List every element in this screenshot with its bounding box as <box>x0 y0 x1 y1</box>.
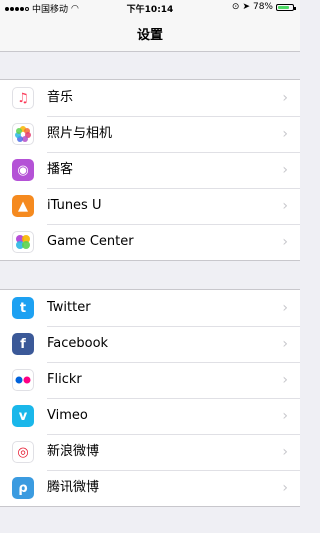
chevron-right-icon: › <box>282 162 288 178</box>
settings-group-accounts: t Twitter › f Facebook › Flickr › v Vime… <box>0 289 300 507</box>
status-right: ⊙ ➤ 78% <box>231 2 296 12</box>
podcasts-icon: ◉ <box>12 159 34 181</box>
row-label: 照片与相机 <box>47 116 300 153</box>
nav-bar: 设置 <box>0 16 300 52</box>
row-label: 播客 <box>47 152 300 189</box>
row-label: Twitter <box>47 290 300 327</box>
photos-icon <box>12 123 34 145</box>
settings-row-itunes-u[interactable]: ▲ iTunes U › <box>0 188 300 225</box>
chevron-right-icon: › <box>282 300 288 316</box>
row-label: 音乐 <box>47 80 300 117</box>
settings-row-game-center[interactable]: Game Center › <box>0 224 300 260</box>
row-label: Facebook <box>47 326 300 363</box>
settings-row-music[interactable]: ♫ 音乐 › <box>0 80 300 117</box>
chevron-right-icon: › <box>282 408 288 424</box>
game-center-icon <box>12 231 34 253</box>
settings-row-flickr[interactable]: Flickr › <box>0 362 300 399</box>
tencent-weibo-icon: ρ <box>12 477 34 499</box>
chevron-right-icon: › <box>282 480 288 496</box>
chevron-right-icon: › <box>282 336 288 352</box>
row-label: Game Center <box>47 234 134 249</box>
battery-percent: 78% <box>252 2 273 12</box>
chevron-right-icon: › <box>282 234 288 250</box>
chevron-right-icon: › <box>282 372 288 388</box>
settings-group-apps: ♫ 音乐 › 照片与相机 › ◉ 播客 › ▲ iTunes U › Game … <box>0 79 300 261</box>
itunes-u-icon: ▲ <box>12 195 34 217</box>
settings-row-tencent-weibo[interactable]: ρ 腾讯微博 › <box>0 470 300 506</box>
status-bar: 中国移动 ◠ 下午10:14 ⊙ ➤ 78% <box>0 0 300 16</box>
chevron-right-icon: › <box>282 198 288 214</box>
settings-row-photos[interactable]: 照片与相机 › <box>0 116 300 153</box>
facebook-icon: f <box>12 333 34 355</box>
settings-row-podcasts[interactable]: ◉ 播客 › <box>0 152 300 189</box>
page-title: 设置 <box>136 28 163 43</box>
settings-row-sina-weibo[interactable]: ◎ 新浪微博 › <box>0 434 300 471</box>
chevron-right-icon: › <box>282 126 288 142</box>
row-label: Flickr <box>47 362 300 399</box>
vimeo-icon: v <box>12 405 34 427</box>
settings-row-vimeo[interactable]: v Vimeo › <box>0 398 300 435</box>
orientation-lock-icon: ⊙ <box>231 2 240 12</box>
chevron-right-icon: › <box>282 444 288 460</box>
row-label: 新浪微博 <box>47 434 300 471</box>
settings-row-twitter[interactable]: t Twitter › <box>0 290 300 327</box>
twitter-icon: t <box>12 297 34 319</box>
flickr-icon <box>12 369 34 391</box>
row-label: iTunes U <box>47 188 300 225</box>
battery-icon <box>276 3 296 11</box>
weibo-icon: ◎ <box>12 441 34 463</box>
location-icon: ➤ <box>242 2 250 12</box>
row-label: 腾讯微博 <box>47 480 100 495</box>
row-label: Vimeo <box>47 398 300 435</box>
chevron-right-icon: › <box>282 90 288 106</box>
music-icon: ♫ <box>12 87 34 109</box>
settings-row-facebook[interactable]: f Facebook › <box>0 326 300 363</box>
